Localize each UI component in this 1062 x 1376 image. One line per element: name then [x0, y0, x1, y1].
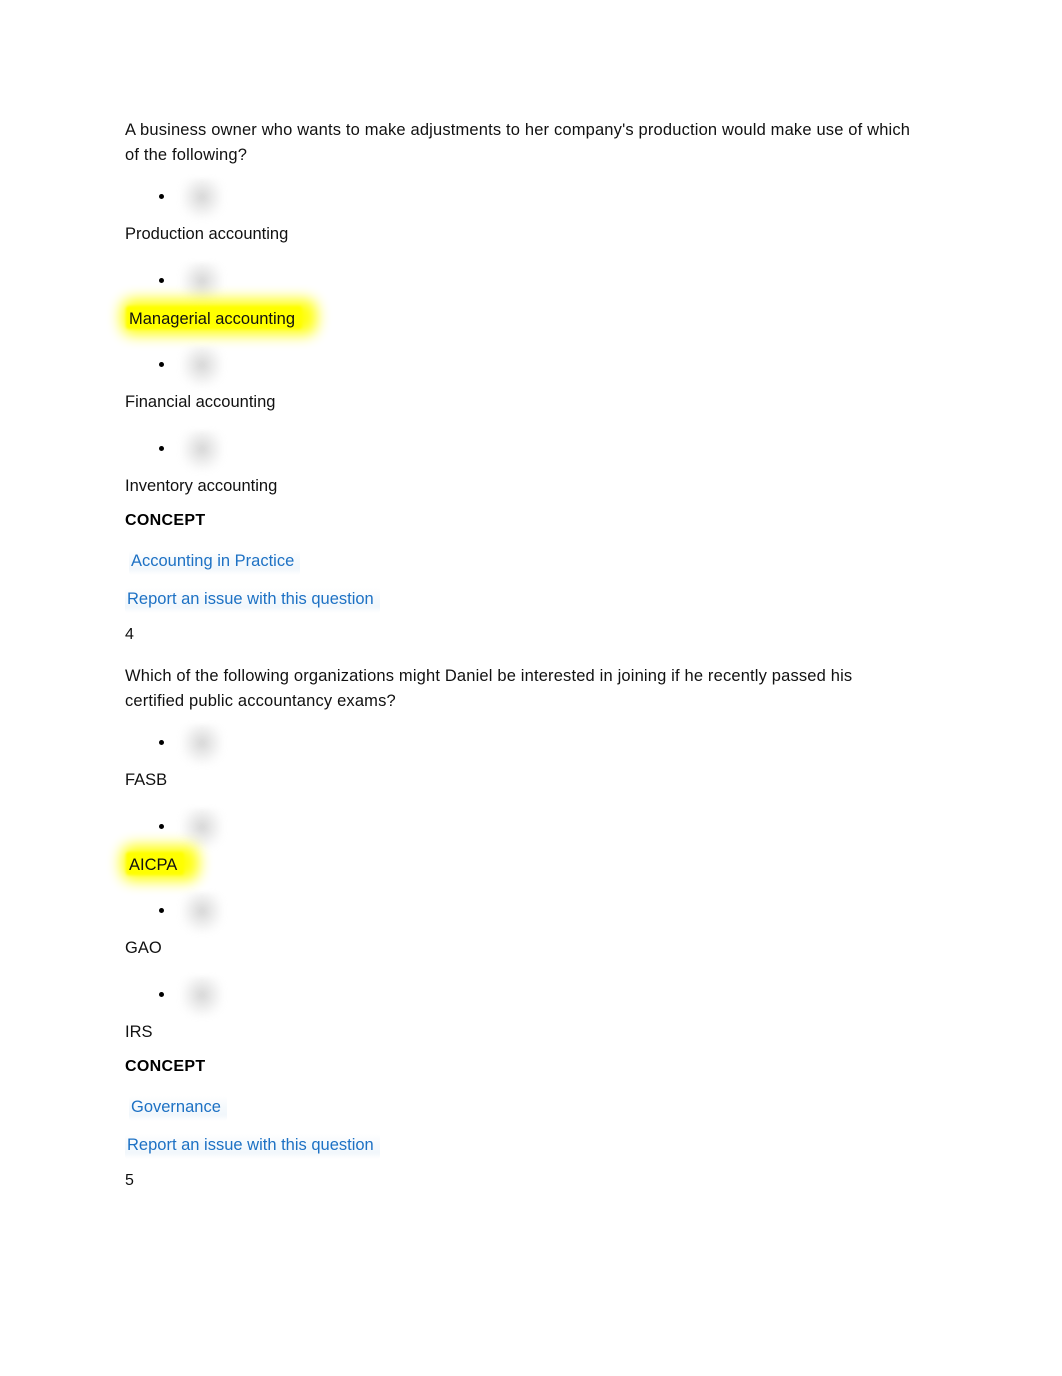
option-text: Financial accounting	[125, 393, 276, 411]
option-bullet-row	[125, 806, 915, 852]
broken-image-icon	[180, 976, 224, 1018]
concept-heading: CONCEPT	[125, 1058, 206, 1075]
option-text: FASB	[125, 771, 168, 789]
bullet-icon	[159, 446, 164, 451]
bullet-icon	[159, 908, 164, 913]
bullet-icon	[159, 992, 164, 997]
option-label[interactable]: GAO	[125, 936, 915, 974]
option-bullet-row	[125, 428, 915, 474]
option-text: IRS	[125, 1023, 153, 1041]
concept-link-row: Governance	[125, 1096, 915, 1134]
concept-link-row: Accounting in Practice	[125, 550, 915, 588]
report-issue-link[interactable]: Report an issue with this question	[125, 1134, 380, 1159]
report-link-row: Report an issue with this question	[125, 588, 915, 626]
document-page: A business owner who wants to make adjus…	[0, 0, 1062, 1376]
option-label-highlighted[interactable]: AICPA	[121, 845, 915, 890]
option-label-highlighted[interactable]: Managerial accounting	[121, 299, 915, 344]
option-label[interactable]: Production accounting	[125, 222, 915, 260]
option-bullet-row	[125, 344, 915, 390]
option-label[interactable]: IRS	[125, 1020, 915, 1058]
option-text: Managerial accounting	[129, 310, 296, 328]
broken-image-icon	[180, 724, 224, 766]
broken-image-icon	[180, 808, 224, 850]
option-text: AICPA	[129, 856, 178, 874]
option-bullet-row	[125, 974, 915, 1020]
option-text: Production accounting	[125, 225, 289, 243]
bullet-icon	[159, 194, 164, 199]
option-bullet-row	[125, 722, 915, 768]
concept-heading: CONCEPT	[125, 512, 206, 529]
option-bullet-row	[125, 890, 915, 936]
option-bullet-row	[125, 176, 915, 222]
option-label[interactable]: Inventory accounting	[125, 474, 915, 512]
option-text: GAO	[125, 939, 162, 957]
bullet-icon	[159, 740, 164, 745]
report-link-row: Report an issue with this question	[125, 1134, 915, 1172]
question-prompt: A business owner who wants to make adjus…	[125, 121, 911, 164]
bullet-icon	[159, 278, 164, 283]
bullet-icon	[159, 362, 164, 367]
broken-image-icon	[180, 346, 224, 388]
concept-link[interactable]: Accounting in Practice	[129, 550, 301, 575]
broken-image-icon	[180, 430, 224, 472]
option-label[interactable]: Financial accounting	[125, 390, 915, 428]
concept-link[interactable]: Governance	[129, 1096, 227, 1121]
bullet-icon	[159, 824, 164, 829]
broken-image-icon	[180, 262, 224, 304]
question-number: 4	[125, 626, 134, 643]
broken-image-icon	[180, 892, 224, 934]
question-number: 5	[125, 1172, 134, 1189]
option-text: Inventory accounting	[125, 477, 278, 495]
document-content: A business owner who wants to make adjus…	[121, 118, 915, 1210]
question-prompt: Which of the following organizations mig…	[125, 667, 853, 710]
report-issue-link[interactable]: Report an issue with this question	[125, 588, 380, 613]
broken-image-icon	[180, 178, 224, 220]
option-label[interactable]: FASB	[125, 768, 915, 806]
